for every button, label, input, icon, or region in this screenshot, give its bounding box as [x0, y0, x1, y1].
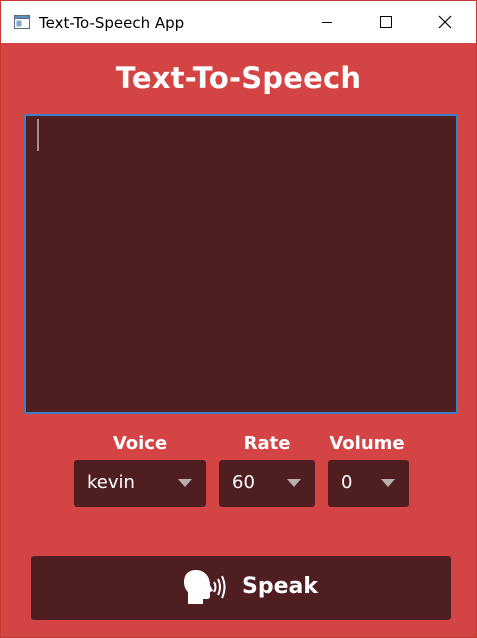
maximize-icon: [380, 16, 392, 28]
voice-select[interactable]: kevin: [74, 460, 206, 507]
page-title: Text-To-Speech: [115, 61, 362, 95]
title-bar[interactable]: Text-To-Speech App: [1, 1, 476, 43]
volume-select[interactable]: 0: [328, 460, 409, 507]
minimize-button[interactable]: [304, 1, 350, 43]
volume-label: Volume: [329, 433, 405, 454]
app-icon: [14, 15, 30, 29]
chevron-down-icon: [287, 479, 301, 487]
speak-button-label: Speak: [242, 574, 318, 599]
voice-select-value: kevin: [87, 472, 135, 493]
maximize-button[interactable]: [363, 1, 409, 43]
app-content: Text-To-Speech Voice Rate Volume kevin 6…: [1, 43, 476, 637]
chevron-down-icon: [178, 479, 192, 487]
rate-select-value: 60: [232, 472, 255, 493]
rate-select[interactable]: 60: [219, 460, 315, 507]
speech-text-input[interactable]: [24, 114, 458, 414]
text-caret: [37, 119, 39, 151]
window-title: Text-To-Speech App: [39, 14, 185, 32]
rate-label: Rate: [243, 433, 291, 454]
chevron-down-icon: [381, 479, 395, 487]
speak-button[interactable]: Speak: [31, 556, 451, 620]
voice-label: Voice: [112, 433, 168, 454]
close-button[interactable]: [422, 1, 468, 43]
volume-select-value: 0: [341, 472, 353, 493]
app-window: Text-To-Speech App Text-To-Speech Voice …: [0, 0, 477, 638]
minimize-icon: [322, 22, 332, 23]
speaking-head-icon: [184, 570, 226, 604]
close-icon: [438, 15, 452, 29]
